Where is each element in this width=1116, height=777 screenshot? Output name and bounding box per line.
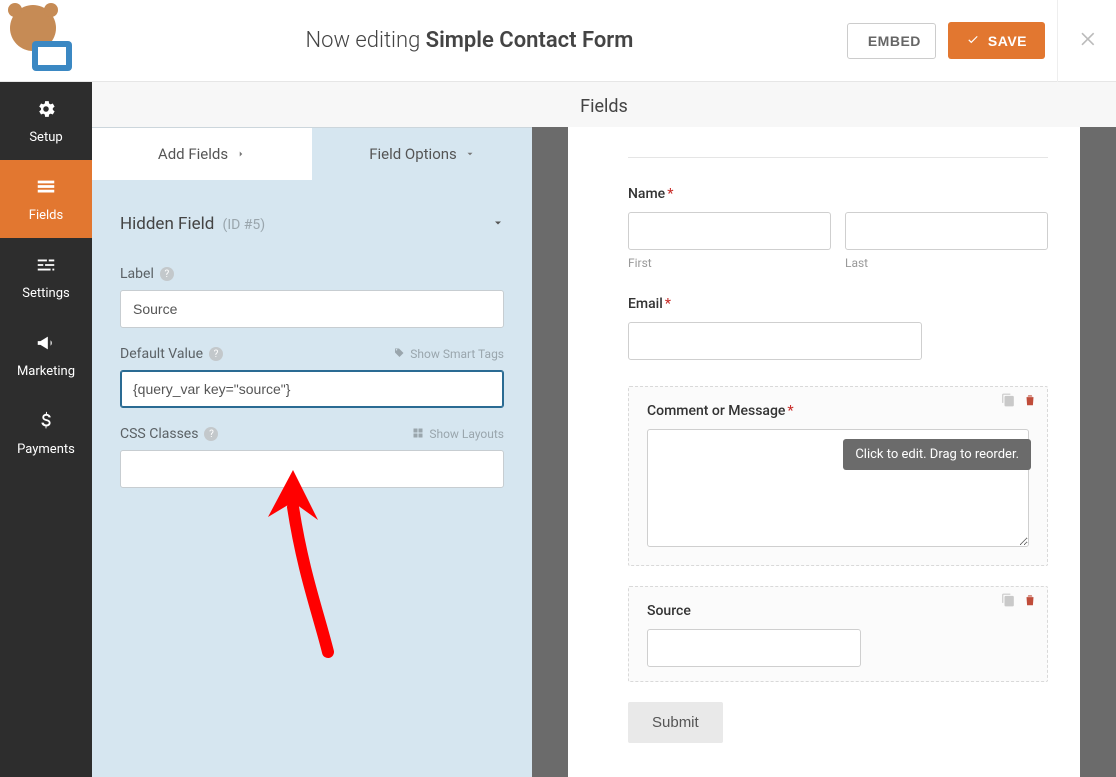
preview-email-field[interactable]: Email*: [628, 296, 1048, 360]
required-asterisk: *: [667, 186, 673, 202]
builder-header: Now editing Simple Contact Form EMBED SA…: [0, 0, 1116, 82]
field-title: Hidden Field: [120, 214, 214, 234]
label-caption: Label: [120, 266, 154, 282]
grid-icon: [412, 427, 424, 442]
tab-label: Add Fields: [158, 145, 228, 163]
field-options-panel: Hidden Field (ID #5) Label ?: [92, 180, 532, 508]
dollar-icon: [35, 410, 57, 436]
editing-prefix: Now editing: [306, 28, 426, 53]
options-tabs: Add Fields Field Options: [92, 128, 532, 180]
show-smart-tags[interactable]: Show Smart Tags: [393, 347, 504, 362]
right-edge: [1080, 127, 1116, 777]
field-header[interactable]: Hidden Field (ID #5): [120, 200, 504, 248]
first-name-input[interactable]: [628, 212, 831, 250]
submit-label: Submit: [652, 714, 699, 731]
tag-icon: [393, 347, 405, 362]
delete-icon[interactable]: [1023, 393, 1037, 411]
close-button[interactable]: [1070, 29, 1108, 53]
column-divider: [532, 127, 568, 777]
label-input[interactable]: [120, 290, 504, 328]
last-name-input[interactable]: [845, 212, 1048, 250]
default-value-input[interactable]: [120, 370, 504, 408]
show-layouts-label: Show Layouts: [429, 427, 504, 441]
preview-name-field[interactable]: Name* First Last: [628, 186, 1048, 270]
comment-label: Comment or Message: [647, 403, 785, 419]
divider: [1057, 0, 1058, 82]
sidebar-label: Setup: [29, 130, 62, 145]
email-input[interactable]: [628, 322, 922, 360]
sidebar-item-fields[interactable]: Fields: [0, 160, 92, 238]
sidebar-label: Payments: [17, 442, 75, 457]
editing-title: Now editing Simple Contact Form: [92, 28, 847, 53]
main: Setup Fields Settings Marketing Payments: [0, 82, 1116, 777]
submit-button[interactable]: Submit: [628, 702, 723, 743]
preview-rule: [628, 157, 1048, 158]
chevron-down-icon: [465, 145, 475, 163]
last-sublabel: Last: [845, 256, 1048, 270]
sidebar-label: Settings: [22, 286, 69, 301]
save-label: SAVE: [988, 33, 1027, 49]
source-input[interactable]: [647, 629, 861, 667]
bullhorn-icon: [35, 332, 57, 358]
required-asterisk: *: [787, 403, 793, 419]
close-icon: [1079, 37, 1099, 53]
css-classes-row: CSS Classes ? Show Layouts: [120, 426, 504, 442]
sidebar-item-marketing[interactable]: Marketing: [0, 316, 92, 394]
field-id: (ID #5): [223, 217, 266, 233]
css-classes-caption: CSS Classes: [120, 426, 198, 442]
chevron-down-icon: [492, 214, 504, 234]
email-label: Email: [628, 296, 663, 312]
chevron-right-icon: [236, 145, 246, 163]
form-preview: Name* First Last: [568, 127, 1080, 777]
tab-field-options[interactable]: Field Options: [312, 128, 532, 180]
logo: [0, 0, 92, 82]
sidebar-item-setup[interactable]: Setup: [0, 82, 92, 160]
check-icon: [966, 32, 980, 49]
embed-button[interactable]: EMBED: [847, 23, 936, 59]
sidebar-item-settings[interactable]: Settings: [0, 238, 92, 316]
form-icon: [35, 176, 57, 202]
panel-title: Fields: [92, 82, 1116, 127]
field-options-column: Add Fields Field Options: [92, 127, 532, 777]
smart-tags-label: Show Smart Tags: [410, 347, 504, 361]
tab-add-fields[interactable]: Add Fields: [92, 128, 312, 180]
duplicate-icon[interactable]: [1001, 593, 1015, 611]
first-sublabel: First: [628, 256, 831, 270]
form-name: Simple Contact Form: [426, 28, 634, 53]
show-layouts[interactable]: Show Layouts: [412, 427, 504, 442]
sidebar: Setup Fields Settings Marketing Payments: [0, 82, 92, 777]
preview-source-field[interactable]: Source: [628, 586, 1048, 682]
css-classes-input[interactable]: [120, 450, 504, 488]
help-icon[interactable]: ?: [209, 347, 223, 361]
gear-icon: [35, 98, 57, 124]
columns: Add Fields Field Options: [92, 127, 1116, 777]
wpforms-logo-icon: [16, 11, 76, 71]
preview-comment-field[interactable]: Comment or Message* Click to edit. Drag …: [628, 386, 1048, 566]
edit-drag-tooltip: Click to edit. Drag to reorder.: [843, 439, 1031, 470]
delete-icon[interactable]: [1023, 593, 1037, 611]
sliders-icon: [35, 254, 57, 280]
tab-label: Field Options: [369, 145, 457, 163]
source-label: Source: [647, 603, 691, 619]
header-actions: EMBED SAVE: [847, 0, 1116, 82]
save-button[interactable]: SAVE: [948, 22, 1045, 59]
help-icon[interactable]: ?: [204, 427, 218, 441]
default-value-caption: Default Value: [120, 346, 203, 362]
work-area: Fields Add Fields Field Options: [92, 82, 1116, 777]
name-label: Name: [628, 186, 665, 202]
sidebar-item-payments[interactable]: Payments: [0, 394, 92, 472]
sidebar-label: Marketing: [17, 364, 75, 379]
default-value-row: Default Value ? Show Smart Tags: [120, 346, 504, 362]
required-asterisk: *: [665, 296, 671, 312]
help-icon[interactable]: ?: [160, 267, 174, 281]
label-caption-row: Label ?: [120, 266, 504, 282]
duplicate-icon[interactable]: [1001, 393, 1015, 411]
sidebar-label: Fields: [29, 208, 63, 223]
embed-label: EMBED: [868, 33, 921, 49]
